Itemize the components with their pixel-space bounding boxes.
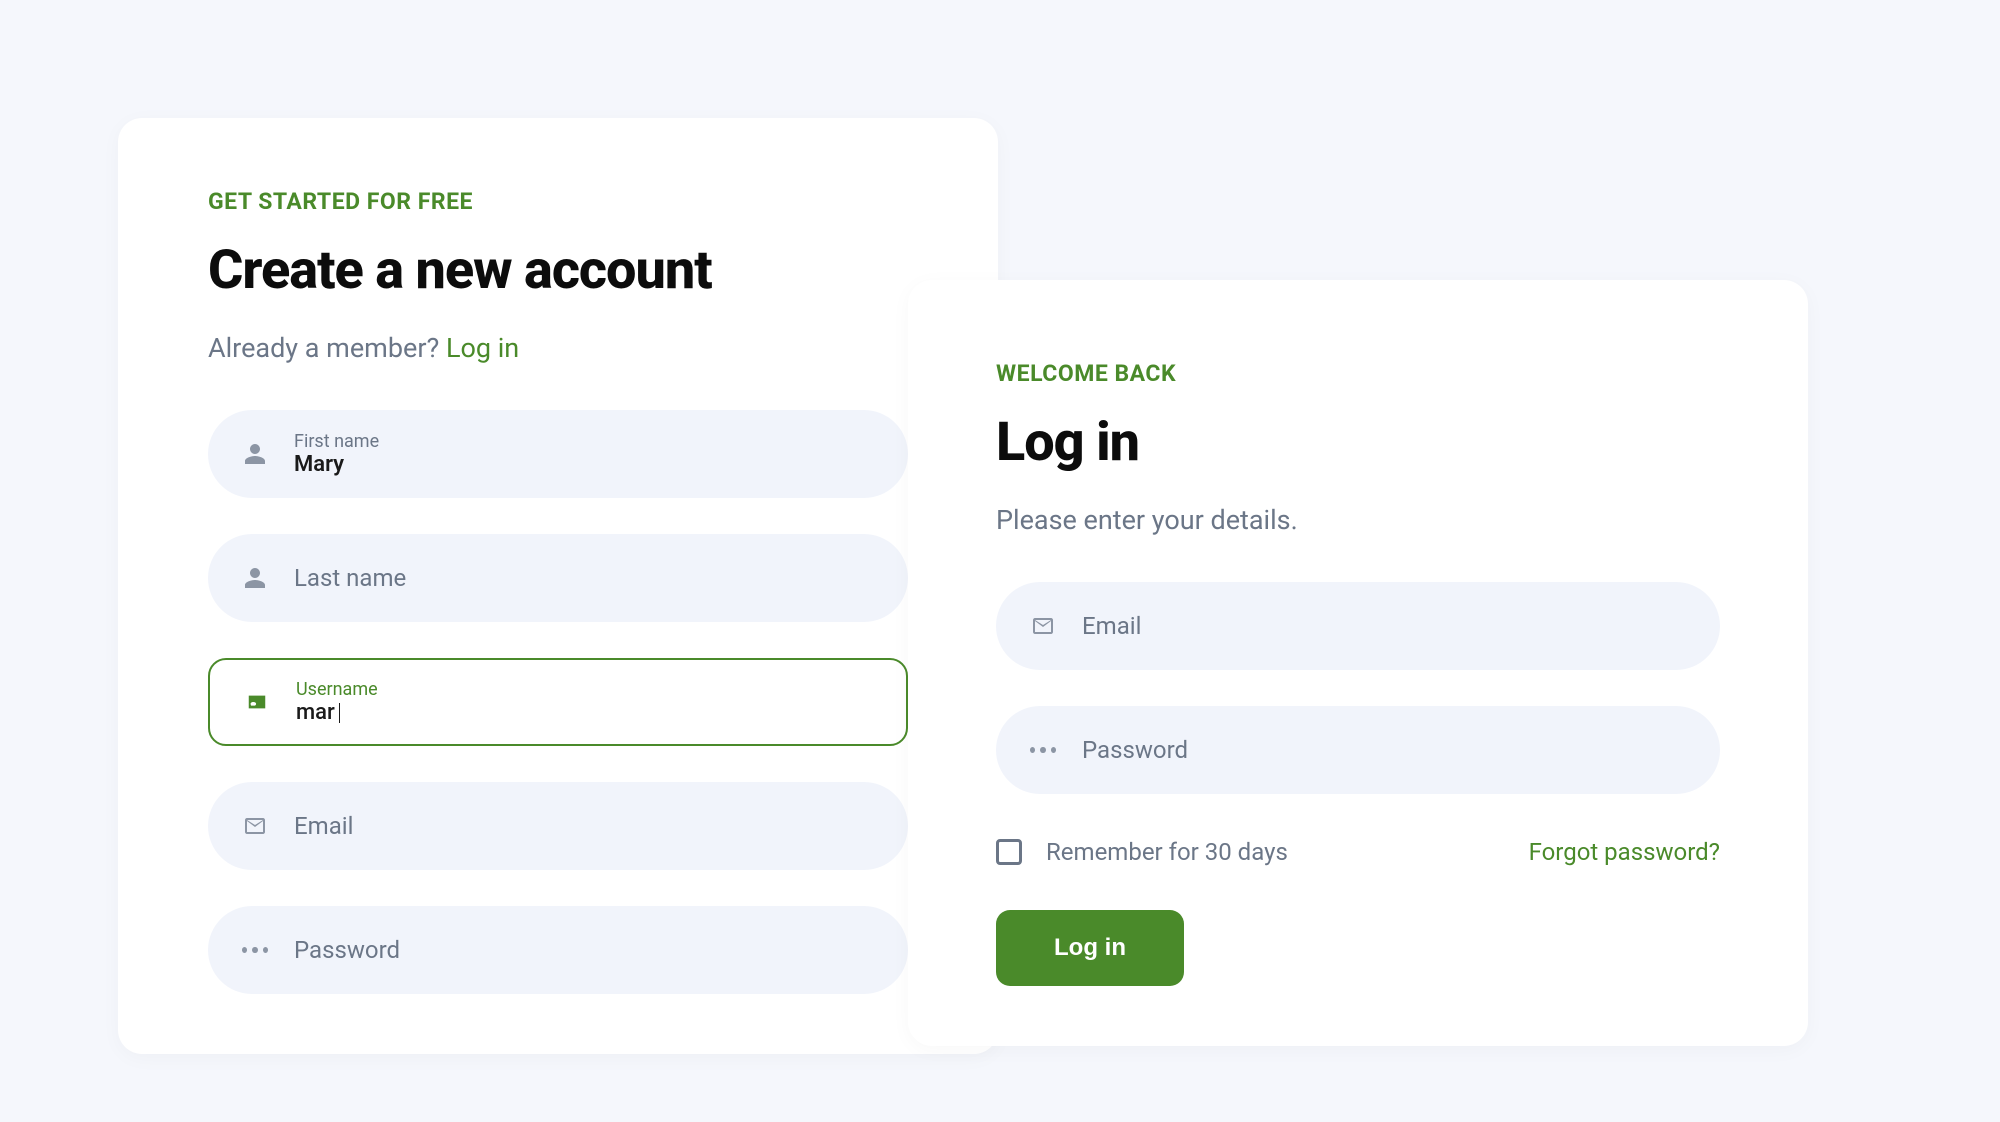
username-label: Username bbox=[296, 679, 872, 700]
email-placeholder: Email bbox=[294, 812, 874, 840]
username-value: mar bbox=[296, 700, 872, 725]
login-email-content: Email bbox=[1082, 612, 1686, 640]
remember-checkbox-wrap[interactable]: Remember for 30 days bbox=[996, 838, 1288, 866]
login-submit-button[interactable]: Log in bbox=[996, 910, 1184, 986]
login-email-field[interactable]: Email bbox=[996, 582, 1720, 670]
password-dots-icon bbox=[242, 937, 268, 963]
password-dots-icon bbox=[1030, 737, 1056, 763]
password-field[interactable]: Password bbox=[208, 906, 908, 994]
forgot-password-link[interactable]: Forgot password? bbox=[1529, 838, 1720, 866]
lastname-content: Last name bbox=[294, 564, 874, 592]
user-icon bbox=[242, 565, 268, 591]
login-title: Log in bbox=[996, 411, 1720, 474]
lastname-field[interactable]: Last name bbox=[208, 534, 908, 622]
mail-icon bbox=[242, 813, 268, 839]
login-eyebrow: WELCOME BACK bbox=[996, 360, 1720, 387]
login-password-placeholder: Password bbox=[1082, 736, 1686, 764]
email-field[interactable]: Email bbox=[208, 782, 908, 870]
signup-title: Create a new account bbox=[208, 239, 908, 302]
email-content: Email bbox=[294, 812, 874, 840]
login-card: WELCOME BACK Log in Please enter your de… bbox=[908, 280, 1808, 1046]
password-placeholder: Password bbox=[294, 936, 874, 964]
firstname-value: Mary bbox=[294, 452, 874, 477]
password-content: Password bbox=[294, 936, 874, 964]
mail-icon bbox=[1030, 613, 1056, 639]
signup-fields: First name Mary Last name Username mar bbox=[208, 410, 908, 994]
login-actions-row: Remember for 30 days Forgot password? bbox=[996, 838, 1720, 866]
login-password-content: Password bbox=[1082, 736, 1686, 764]
signup-subtext: Already a member? Log in bbox=[208, 332, 908, 364]
signup-card: GET STARTED FOR FREE Create a new accoun… bbox=[118, 118, 998, 1054]
login-fields: Email Password bbox=[996, 582, 1720, 794]
lastname-placeholder: Last name bbox=[294, 564, 874, 592]
username-field[interactable]: Username mar bbox=[208, 658, 908, 746]
id-card-icon bbox=[244, 689, 270, 715]
remember-label: Remember for 30 days bbox=[1046, 838, 1288, 866]
login-password-field[interactable]: Password bbox=[996, 706, 1720, 794]
firstname-label: First name bbox=[294, 431, 874, 452]
login-link[interactable]: Log in bbox=[446, 332, 519, 364]
checkbox-icon bbox=[996, 839, 1022, 865]
login-email-placeholder: Email bbox=[1082, 612, 1686, 640]
firstname-field[interactable]: First name Mary bbox=[208, 410, 908, 498]
firstname-content: First name Mary bbox=[294, 431, 874, 477]
user-icon bbox=[242, 441, 268, 467]
signup-eyebrow: GET STARTED FOR FREE bbox=[208, 188, 908, 215]
username-content: Username mar bbox=[296, 679, 872, 725]
member-text: Already a member? bbox=[208, 332, 446, 364]
login-subtitle: Please enter your details. bbox=[996, 504, 1720, 536]
